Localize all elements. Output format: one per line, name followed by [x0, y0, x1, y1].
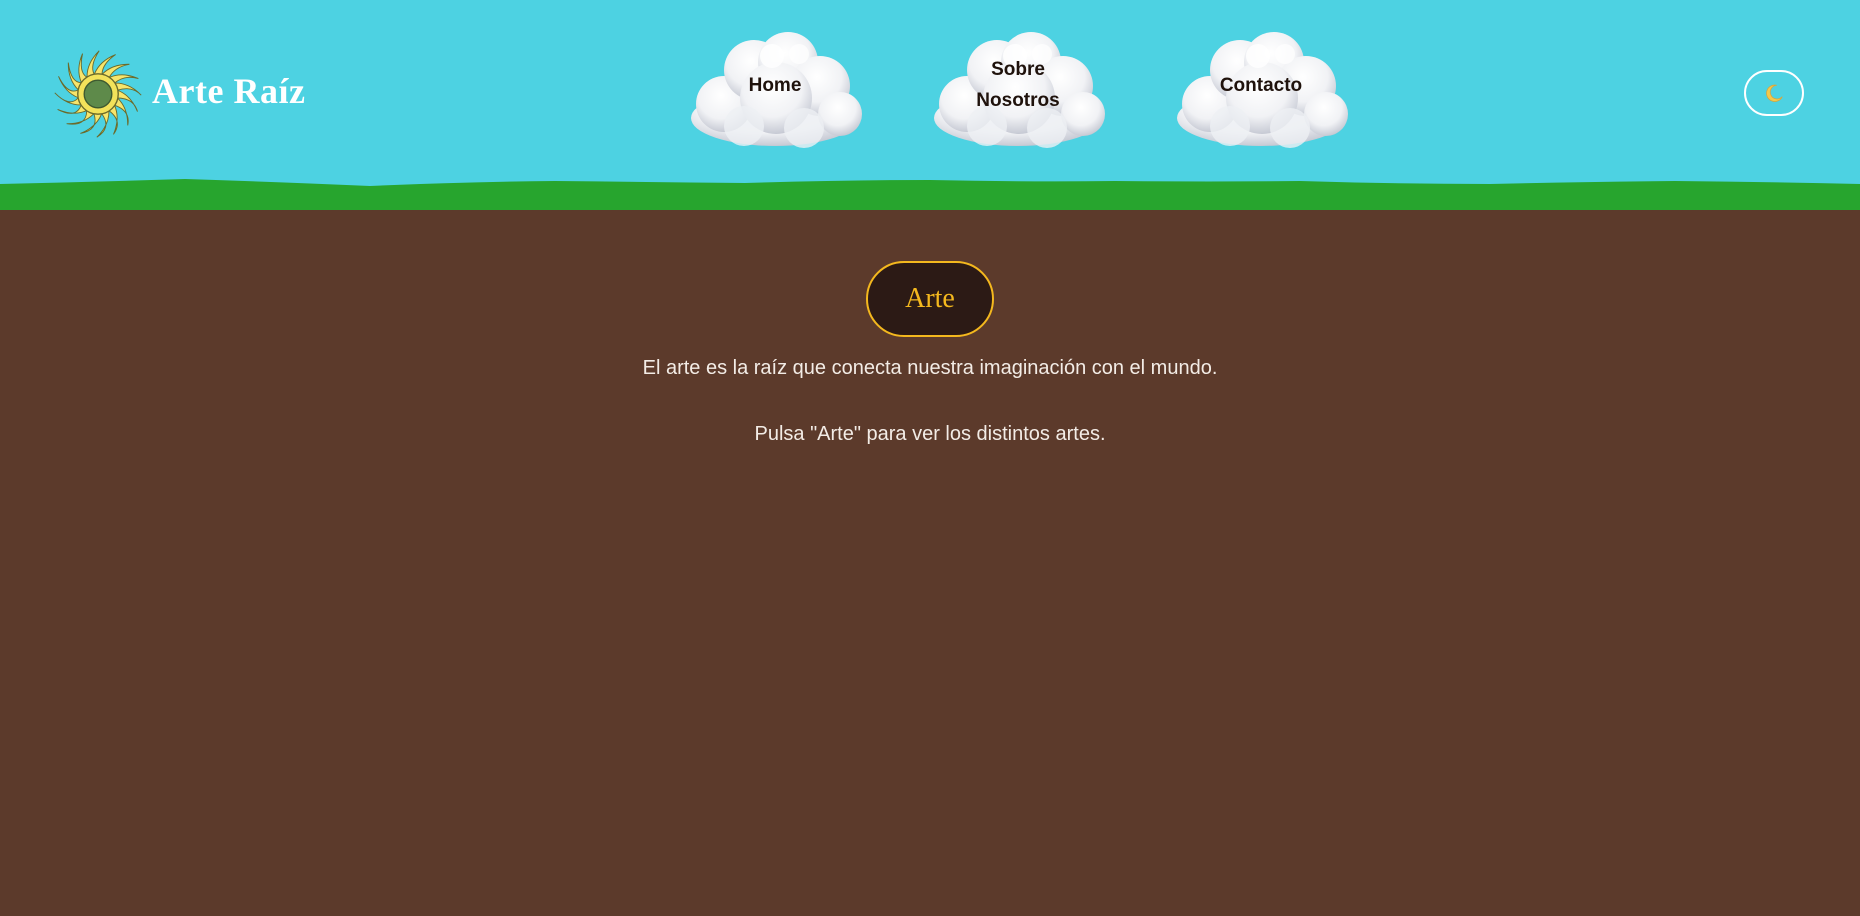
- main-content: Arte El arte es la raíz que conecta nues…: [0, 210, 1860, 916]
- nav-contacto[interactable]: Contacto: [1170, 26, 1352, 154]
- arte-button[interactable]: Arte: [866, 261, 994, 337]
- theme-toggle-button[interactable]: [1744, 70, 1804, 116]
- nav-home[interactable]: Home: [684, 26, 866, 154]
- hint-text: Pulsa "Arte" para ver los distintos arte…: [754, 423, 1106, 445]
- grass-strip: [0, 179, 1860, 210]
- nav-sobre-nosotros[interactable]: Sobre Nosotros: [927, 26, 1109, 154]
- nav-home-label: Home: [748, 74, 802, 96]
- nav-sobre-nosotros-label: Sobre Nosotros: [976, 59, 1060, 111]
- intro-text: El arte es la raíz que conecta nuestra i…: [642, 357, 1218, 379]
- nav-contacto-label: Contacto: [1219, 74, 1303, 96]
- site-header: Arte Raíz Home Sobre Nosotros Contacto: [0, 0, 1860, 210]
- main-nav: Home Sobre Nosotros Contacto: [0, 0, 1860, 160]
- page: Arte Raíz Home Sobre Nosotros Contacto A…: [0, 0, 1860, 916]
- moon-icon: [1766, 84, 1783, 102]
